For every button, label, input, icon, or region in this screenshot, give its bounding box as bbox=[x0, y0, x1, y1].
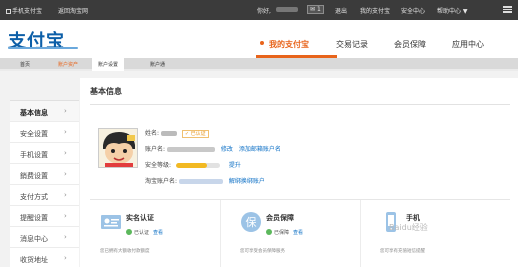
chevron-right-icon: › bbox=[64, 212, 67, 220]
account-row: 账户名: 修改 添加邮箱账户名 bbox=[145, 146, 281, 153]
check-icon bbox=[266, 229, 272, 235]
unbind-link[interactable]: 解绑换绑账户 bbox=[229, 178, 265, 185]
chevron-right-icon: › bbox=[64, 128, 67, 136]
chevron-right-icon: › bbox=[64, 254, 67, 262]
subnav-settings[interactable]: 账户设置 bbox=[92, 58, 125, 71]
username-blurred bbox=[276, 6, 298, 13]
sub-navigation: 首页 账户资产 账户设置 账户通 bbox=[0, 58, 518, 71]
divider bbox=[360, 200, 361, 267]
cartoon-avatar-icon bbox=[99, 129, 137, 167]
alipay-logo[interactable]: 支付宝 bbox=[8, 27, 78, 55]
security-level-bar bbox=[175, 163, 220, 168]
help-center-link[interactable]: 帮助中心 ▼ bbox=[437, 6, 468, 15]
shield-bao-icon: 保 bbox=[241, 212, 261, 232]
card-member-protection[interactable]: 保 会员保障 已保障 查看 您可享受会员保障服务 bbox=[230, 200, 360, 267]
my-alipay-link[interactable]: 我的支付宝 bbox=[360, 6, 390, 15]
card-real-name[interactable]: 实名认证 已认证 查看 您已拥有大额收付款额度 bbox=[90, 200, 220, 267]
chevron-right-icon: › bbox=[64, 149, 67, 157]
chevron-right-icon: › bbox=[64, 191, 67, 199]
card-phone[interactable]: 手机 您可享有充值短信提醒 bbox=[370, 200, 500, 267]
sidebar-item-address[interactable]: 收货地址 › bbox=[10, 248, 79, 267]
header: 支付宝 我的支付宝 交易记录 会员保障 应用中心 bbox=[0, 20, 518, 58]
sidebar-item-reminders[interactable]: 提醒设置 › bbox=[10, 206, 79, 227]
phone-icon bbox=[6, 9, 11, 14]
add-email-link[interactable]: 添加邮箱账户名 bbox=[239, 146, 281, 153]
phone-alipay-link[interactable]: 手机支付宝 bbox=[6, 6, 42, 15]
sidebar-item-payment[interactable]: 支付方式 › bbox=[10, 185, 79, 206]
avatar[interactable] bbox=[98, 128, 138, 168]
page-title: 基本信息 bbox=[90, 87, 122, 96]
sidebar-item-basic-info[interactable]: 基本信息 › bbox=[10, 101, 79, 122]
card-view-link[interactable]: 查看 bbox=[153, 230, 163, 236]
sidebar: 基本信息 › 安全设置 › 手机设置 › 銷费设置 › 支付方式 › 提醒设置 › 消息中心… bbox=[10, 100, 79, 267]
upgrade-link[interactable]: 提升 bbox=[229, 162, 241, 169]
security-level-row: 安全等级: 提升 bbox=[145, 162, 241, 169]
chevron-right-icon: › bbox=[64, 233, 67, 241]
sidebar-item-security[interactable]: 安全设置 › bbox=[10, 122, 79, 143]
sidebar-item-spending[interactable]: 銷费设置 › bbox=[10, 164, 79, 185]
nav-my-alipay[interactable]: 我的支付宝 bbox=[260, 39, 309, 50]
id-card-icon bbox=[101, 215, 121, 229]
account-info: 姓名: ✓ 已认证 账户名: 修改 添加邮箱账户名 安全等级: 提升 淘宝账户名… bbox=[90, 118, 510, 196]
nav-app-center[interactable]: 应用中心 bbox=[452, 39, 484, 50]
back-home-link[interactable]: 返回淘宝网 bbox=[58, 6, 88, 15]
modify-link[interactable]: 修改 bbox=[221, 146, 233, 153]
taobao-account-row: 淘宝账户名: 解绑换绑账户 bbox=[145, 178, 265, 185]
message-badge[interactable]: ✉ 1 bbox=[307, 5, 324, 14]
subnav-home[interactable]: 首页 bbox=[20, 61, 30, 68]
sidebar-item-phone[interactable]: 手机设置 › bbox=[10, 143, 79, 164]
check-icon bbox=[126, 229, 132, 235]
logout-link[interactable]: 退出 bbox=[335, 6, 347, 15]
top-bar: 手机支付宝 返回淘宝网 你好, ✉ 1 退出 我的支付宝 安全中心 帮助中心 ▼ bbox=[0, 0, 518, 20]
card-view-link[interactable]: 查看 bbox=[293, 230, 303, 236]
nav-member-protection[interactable]: 会员保障 bbox=[394, 39, 426, 50]
divider bbox=[90, 104, 510, 105]
name-row: 姓名: ✓ 已认证 bbox=[145, 128, 209, 138]
service-cards: 实名认证 已认证 查看 您已拥有大额收付款额度 保 会员保障 已保障 查看 您可享受… bbox=[90, 199, 510, 267]
greeting: 你好, bbox=[257, 8, 271, 15]
sidebar-item-messages[interactable]: 消息中心 › bbox=[10, 227, 79, 248]
chevron-right-icon: › bbox=[64, 170, 67, 178]
nav-transactions[interactable]: 交易记录 bbox=[336, 39, 368, 50]
main-panel: 基本信息 姓名: ✓ 已认证 账户名: 修改 添加邮箱账户名 安全等级: 提升 … bbox=[80, 78, 518, 267]
divider bbox=[220, 200, 221, 267]
verified-badge: ✓ 已认证 bbox=[181, 130, 209, 138]
chevron-right-icon: › bbox=[64, 107, 67, 115]
security-center-link[interactable]: 安全中心 bbox=[401, 6, 425, 15]
svg-text:保: 保 bbox=[246, 215, 257, 229]
watermark: Baidu经验 bbox=[389, 223, 428, 232]
menu-icon[interactable] bbox=[503, 6, 512, 13]
subnav-account-pass[interactable]: 账户通 bbox=[150, 61, 165, 68]
subnav-assets[interactable]: 账户资产 bbox=[58, 61, 78, 68]
